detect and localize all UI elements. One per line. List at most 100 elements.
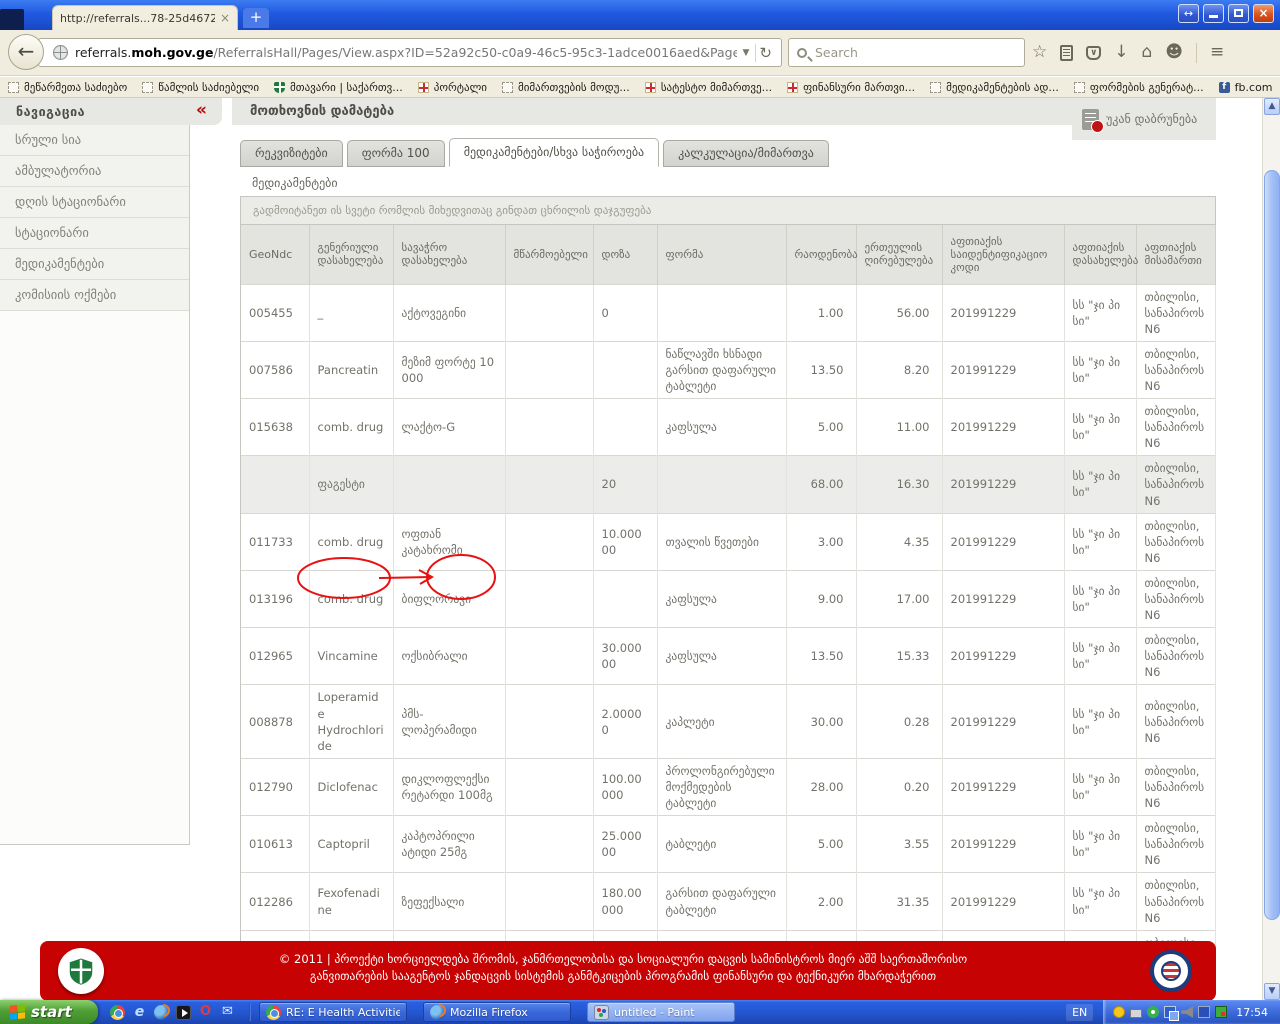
vertical-scrollbar[interactable]: ▲ ▼ [1262, 98, 1280, 1000]
close-button[interactable]: × [1253, 4, 1274, 23]
table-row[interactable]: 013196 comb. drug ბიფლორავი კაფსულა 9.00… [241, 569, 1216, 628]
bookmark-star-icon[interactable]: ☆ [1032, 44, 1047, 61]
url-bar[interactable]: referrals.moh.gov.ge/ReferralsHall/Pages… [38, 38, 782, 67]
bookmark-item[interactable]: მედიკამენტების ად... [930, 81, 1059, 94]
column-header[interactable]: სავაჭრო დასახელება [393, 225, 506, 284]
url-dropdown-icon[interactable]: ▼ [737, 48, 756, 58]
column-header[interactable]: მწარმოებელი [505, 225, 594, 284]
column-header[interactable]: დოზა [593, 225, 658, 284]
group-drop-zone[interactable]: გადმოიტანეთ ის სვეტი რომლის მიხედვითაც გ… [241, 197, 1215, 225]
bookmark-label: წამლის საძიებელი [158, 80, 260, 94]
task-button[interactable]: Mozilla Firefox [423, 1002, 571, 1022]
minimize-button[interactable] [1203, 4, 1224, 23]
cell-unit-cost: 16.30 [856, 455, 943, 514]
bookmark-item[interactable]: მიმართვების მოდუ... [501, 81, 630, 94]
table-row[interactable]: 012286 Fexofenadine ზეფექსალი 180.00000 … [241, 872, 1216, 931]
column-header[interactable]: აფთიაქის დასახელება [1064, 225, 1138, 284]
column-header[interactable]: ფორმა [657, 225, 787, 284]
cell-pharmacy-address: თბილისი, სანაპიროს N6 [1136, 283, 1216, 342]
table-row[interactable]: 005455 _ აქტოვეგინი 0 1.00 56.00 2019912… [241, 283, 1216, 342]
table-row[interactable]: 015638 comb. drug ლაქტო-G კაფსულა 5.00 1… [241, 398, 1216, 456]
firefox-icon[interactable] [154, 1004, 169, 1020]
media-icon[interactable] [176, 1004, 191, 1020]
home-icon[interactable]: ⌂ [1142, 44, 1153, 61]
sidebar-item[interactable]: კომისიის ოქმები [0, 280, 189, 311]
reload-icon[interactable]: ↻ [755, 43, 775, 62]
table-row[interactable]: 012965 Vincamine ოქსიბრალი 30.00000 კაფს… [241, 627, 1216, 685]
bookmark-item[interactable]: მთავარი | საქართვ... [274, 81, 403, 94]
cell-trade-name: აქტოვეგინი [393, 283, 506, 342]
msg-icon[interactable] [1147, 1006, 1160, 1018]
sidebar-item-label: სტაციონარი [15, 225, 89, 240]
net-icon[interactable] [1164, 1006, 1180, 1021]
chrome-icon[interactable] [110, 1004, 125, 1020]
go-back-link[interactable]: უკან დაბრუნება [1072, 98, 1216, 140]
bookmark-item[interactable]: წამლის საძიებელი [142, 81, 259, 94]
mail-icon[interactable] [220, 1005, 235, 1020]
sidebar-item[interactable]: სრული სია [0, 125, 189, 156]
im-icon[interactable] [1113, 1006, 1126, 1018]
hello-smiley-icon[interactable]: ☻ [1165, 44, 1183, 61]
bookmark-item[interactable]: fb.com [1218, 81, 1273, 94]
cell-generic-name: comb. drug [309, 512, 394, 571]
menu-hamburger-icon[interactable]: ≡ [1210, 44, 1224, 61]
sidebar-item[interactable]: მედიკამენტები [0, 249, 189, 280]
printer-icon[interactable] [1130, 1008, 1143, 1018]
browser-tab[interactable]: http://referrals...78-25d467232229 × [52, 5, 238, 30]
ie-icon[interactable] [132, 1005, 147, 1020]
new-tab-button[interactable]: + [243, 8, 269, 28]
cell-generic-name: ფაგესტი [309, 455, 394, 514]
task-button[interactable]: untitled - Paint [587, 1002, 735, 1022]
bookmark-item[interactable]: ფინანსური მართვი... [787, 81, 915, 94]
content-tab[interactable]: ფორმა 100 [346, 140, 445, 167]
bookmark-item[interactable]: სატესტო მიმართვე... [644, 81, 772, 94]
column-header[interactable]: ერთეულის ღირებულება [856, 225, 943, 284]
language-indicator[interactable]: EN [1066, 1003, 1094, 1021]
scroll-up-icon[interactable]: ▲ [1264, 98, 1280, 115]
content-tab[interactable]: კალკულაცია/მიმართვა [663, 140, 829, 167]
restore-button[interactable] [1228, 4, 1249, 23]
table-row[interactable]: 008878 Loperamide Hydrochloride პმს-ლოპე… [241, 684, 1216, 759]
display-icon[interactable] [1215, 1006, 1228, 1018]
sidebar-item[interactable]: დღის სტაციონარი [0, 187, 189, 218]
task-label: RE: E Health Activitie... [286, 1005, 400, 1019]
remote-icon[interactable] [1198, 1006, 1211, 1018]
bookmark-label: ფინანსური მართვი... [803, 80, 916, 94]
table-row[interactable]: 010613 Captopril კაპტოპრილი ატიდი 25მგ 2… [241, 815, 1216, 873]
sidebar-item[interactable]: სტაციონარი [0, 218, 189, 249]
cell-pharmacy-name: სს "ჯი პი სი" [1064, 872, 1137, 931]
vol-icon[interactable] [1181, 1006, 1194, 1018]
column-header[interactable]: გენერიული დასახელება [309, 225, 394, 284]
pocket-icon[interactable]: ∨ [1086, 45, 1102, 60]
bookmark-item[interactable]: პორტალი [417, 81, 487, 94]
column-header[interactable]: აფთიაქის საიდენტიფიკაციო კოდი [942, 225, 1065, 284]
table-row[interactable]: 011733 comb. drug ოფთან კატახრომი 10.000… [241, 512, 1216, 571]
table-row[interactable]: ფაგესტი 20 68.00 16.30 201991229 სს "ჯი … [241, 455, 1216, 514]
content-tab[interactable]: რეკვიზიტები [240, 140, 343, 167]
scrollbar-thumb[interactable] [1264, 170, 1280, 920]
downloads-icon[interactable]: ↓ [1114, 44, 1128, 61]
column-header[interactable]: აფთიაქის მისამართი [1136, 225, 1216, 284]
task-button[interactable]: RE: E Health Activitie... [259, 1002, 407, 1022]
search-input[interactable]: Search [788, 38, 1025, 67]
bookmark-item[interactable]: ფორმების გენერატ... [1073, 81, 1204, 94]
cell-pharmacy-code: 201991229 [942, 340, 1065, 399]
dashed-icon [930, 81, 942, 93]
back-button[interactable]: ← [8, 34, 44, 70]
sidebar-collapse-icon[interactable]: « [196, 100, 207, 120]
sidebar-item[interactable]: ამბულატორია [0, 156, 189, 187]
column-header[interactable]: GeoNdc [241, 225, 310, 284]
column-header[interactable]: რაოდენობა [786, 225, 858, 284]
cell-trade-name: მეზიმ ფორტე 10 000 [393, 340, 506, 399]
table-row[interactable]: 012790 Diclofenac დიკლოფლექსი რეტარდი 10… [241, 757, 1216, 816]
reading-list-icon[interactable] [1060, 44, 1074, 61]
bookmark-item[interactable]: მეწარმეთა საძიებო [8, 81, 127, 94]
start-button[interactable]: start [0, 1000, 98, 1024]
scroll-down-icon[interactable]: ▼ [1264, 983, 1280, 1000]
content-tab[interactable]: მედიკამენტები/სხვა საჭიროება [448, 138, 660, 167]
flag-icon [644, 81, 656, 93]
resize-button[interactable]: ↔ [1178, 4, 1199, 23]
table-row[interactable]: 007586 Pancreatin მეზიმ ფორტე 10 000 ნაწ… [241, 340, 1216, 399]
tab-close-icon[interactable]: × [220, 11, 230, 25]
opera-icon[interactable] [198, 1005, 213, 1020]
